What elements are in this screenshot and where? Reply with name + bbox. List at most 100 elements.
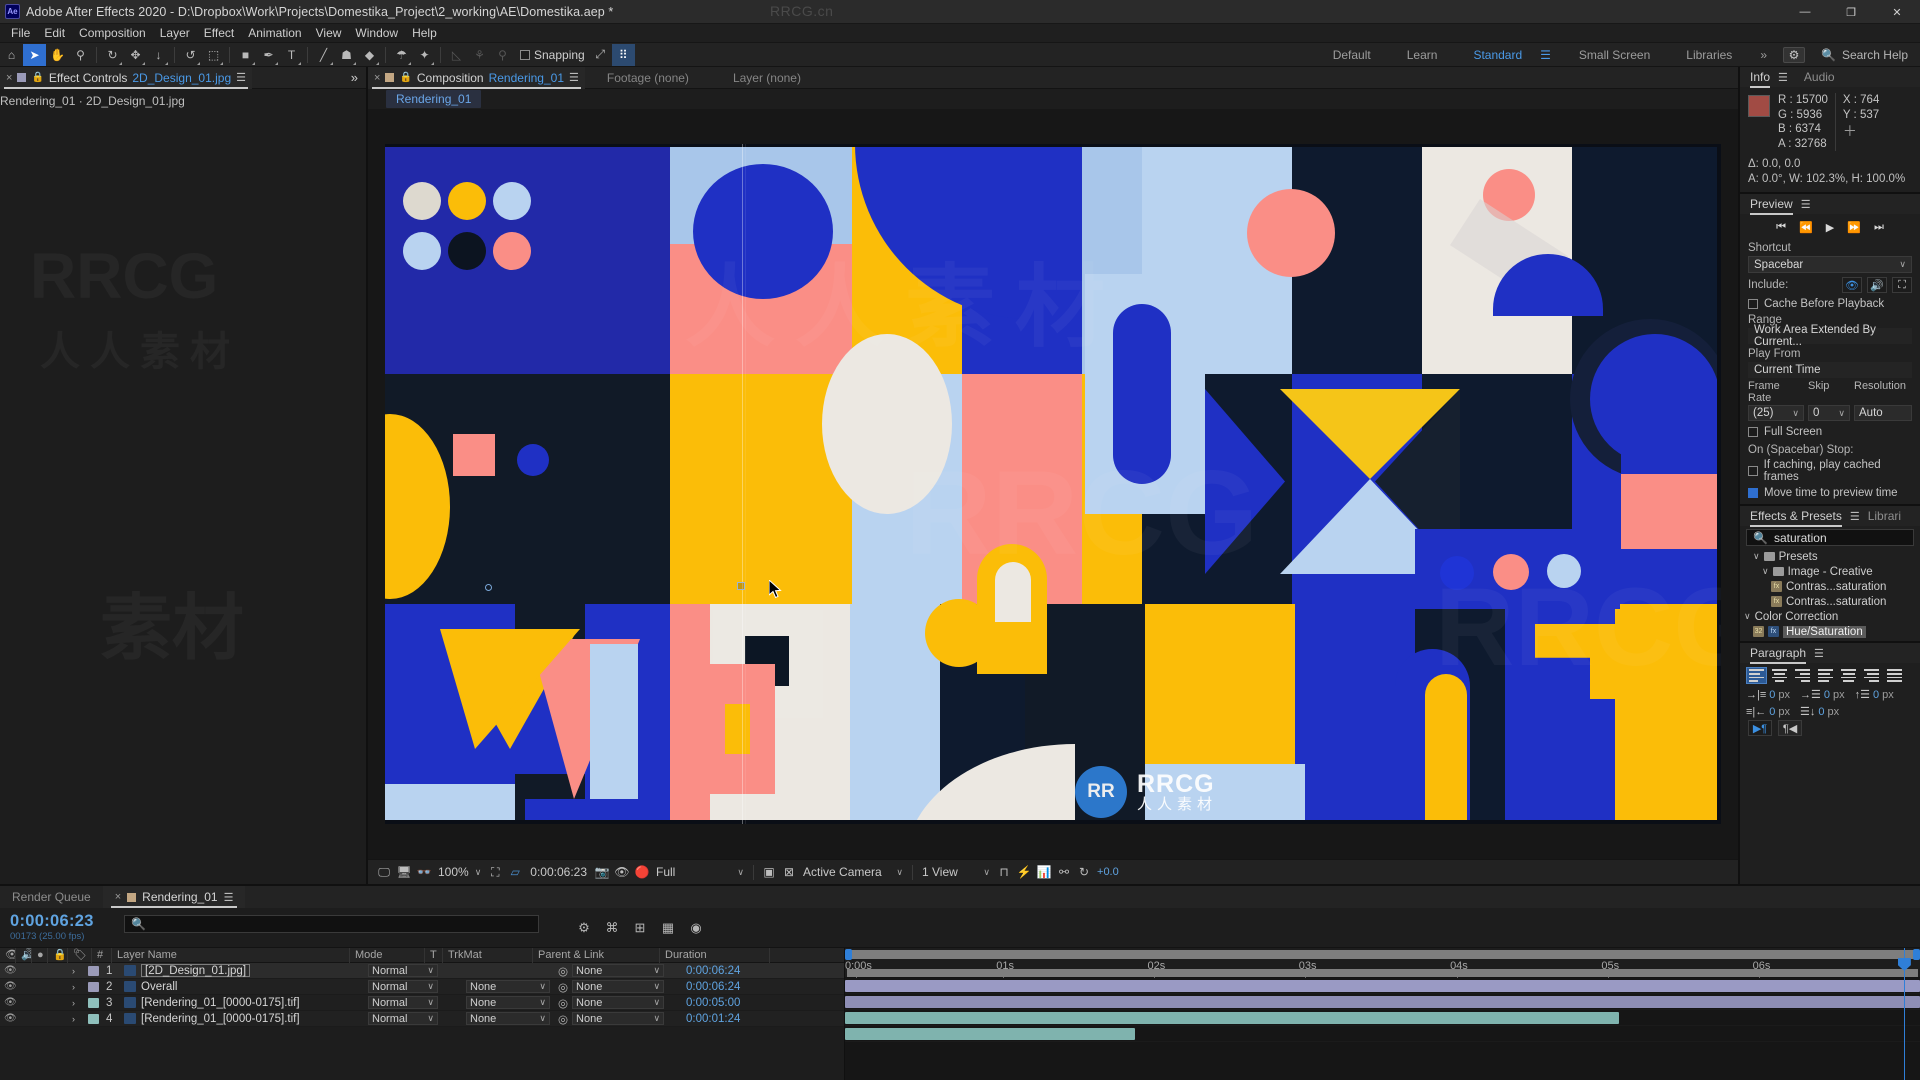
parent-pickwhip-icon[interactable]: ◎ (558, 996, 568, 1010)
eraser-tool[interactable]: ◆ (358, 44, 381, 66)
layer-expand-toggle[interactable]: › (68, 963, 84, 979)
layer-t-cell[interactable] (442, 979, 462, 995)
layer-lock-toggle[interactable] (48, 1011, 68, 1027)
layer-track-matte[interactable]: None ∨ (466, 1012, 550, 1025)
space-after-field[interactable]: ☰↓ 0 px (1800, 705, 1839, 719)
layer-solo-toggle[interactable] (32, 979, 48, 995)
workspace-more-button[interactable]: » (1750, 43, 1777, 67)
layer-name[interactable]: [Rendering_01_[0000-0175].tif] (141, 1013, 300, 1025)
motion-blur-icon[interactable]: ◉ (687, 919, 705, 937)
close-icon[interactable]: × (6, 72, 12, 84)
layer-name-cell[interactable]: [Rendering_01_[0000-0175].tif] (120, 1011, 364, 1027)
layer-name[interactable]: [Rendering_01_[0000-0175].tif] (141, 997, 300, 1009)
parent-pickwhip-icon[interactable]: ◎ (558, 980, 568, 994)
pixel-aspect-icon[interactable]: ⊓ (994, 862, 1014, 882)
layer-parent-cell[interactable]: ◎ None ∨ (554, 995, 682, 1011)
layer-label-color[interactable] (88, 965, 99, 976)
tab-footage[interactable]: Footage (none) (585, 71, 711, 85)
chevron-right-icon[interactable]: › (72, 982, 75, 992)
snapping-toggle[interactable]: Snapping (520, 48, 585, 62)
layer-label-color[interactable] (88, 1013, 99, 1024)
layer-solo-toggle[interactable] (32, 963, 48, 979)
always-preview-icon[interactable]: 🖵 (374, 862, 394, 882)
composition-mini-flowchart-icon[interactable]: ⚙ (575, 919, 593, 937)
layer-t-cell[interactable] (442, 995, 462, 1011)
zoom-tool[interactable]: ⚲ (69, 44, 92, 66)
layer-duration-bar[interactable] (845, 996, 1920, 1008)
layer-name-cell[interactable]: Overall (120, 979, 364, 995)
lock-icon[interactable]: 🔒 (399, 72, 411, 83)
layer-t-cell[interactable] (442, 963, 462, 979)
panel-menu-icon[interactable]: ☰ (1814, 647, 1824, 660)
roto-brush2-tool[interactable]: ☂ (390, 44, 413, 66)
tab-preview[interactable]: Preview (1750, 197, 1793, 215)
unified-camera-tool[interactable]: ✥ (124, 44, 147, 66)
align-left-icon[interactable] (1746, 667, 1767, 684)
panel-menu-icon[interactable]: ☰ (224, 891, 234, 904)
table-row[interactable]: 👁 › 2 Overall Normal ∨ None ∨ ◎ None ∨ 0:00:06:24 (0, 979, 844, 995)
layer-audio-toggle[interactable] (16, 1011, 32, 1027)
layer-blend-mode[interactable]: Normal ∨ (368, 964, 438, 977)
layer-duration-bar[interactable] (845, 1028, 1136, 1040)
layer-blend-mode[interactable]: Normal ∨ (368, 1012, 438, 1025)
time-navigator-bar[interactable] (847, 969, 1918, 977)
menu-item-file[interactable]: File (4, 24, 37, 43)
layer-parent[interactable]: None ∨ (572, 980, 665, 993)
move-time-row[interactable]: Move time to preview time (1740, 485, 1920, 504)
tab-paragraph[interactable]: Paragraph (1750, 646, 1807, 664)
layer-lock-toggle[interactable] (48, 963, 68, 979)
chevron-down-icon[interactable]: ∨ (1762, 566, 1769, 577)
renderer-icon[interactable]: ⚯ (1054, 862, 1074, 882)
snapping-checkbox[interactable] (520, 49, 530, 60)
full-screen-row[interactable]: Full Screen (1740, 424, 1920, 440)
full-screen-checkbox[interactable] (1748, 427, 1758, 437)
tab-layer[interactable]: Layer (none) (711, 71, 823, 85)
menu-item-composition[interactable]: Composition (72, 24, 153, 43)
current-time-box[interactable]: 0:00:06:23 00173 (25.00 fps) (0, 908, 118, 947)
layer-duration[interactable]: 0:00:06:24 (686, 981, 740, 993)
align-center-icon[interactable] (1770, 668, 1789, 683)
effects-tree-item[interactable]: fx Contras...saturation (1744, 594, 1916, 609)
region-of-interest-icon[interactable]: ⛶ (485, 862, 505, 882)
shortcut-selector[interactable]: Spacebar ∨ (1748, 256, 1912, 273)
menu-item-edit[interactable]: Edit (37, 24, 72, 43)
layer-audio-toggle[interactable] (16, 963, 32, 979)
next-frame-icon[interactable]: ⏩ (1847, 221, 1861, 234)
layer-visibility-toggle[interactable]: 👁 (0, 995, 17, 1011)
time-ruler[interactable]: 0:00s 01s 02s 03s 04s 05s 06s (845, 948, 1920, 978)
effects-tree-item[interactable]: ∨ Presets (1744, 549, 1916, 564)
layer-expand-toggle[interactable]: › (68, 995, 84, 1011)
layer-visibility-toggle[interactable]: 👁 (0, 979, 17, 995)
layer-t-cell[interactable] (442, 1011, 462, 1027)
table-row[interactable]: 👁 › 1 [2D_Design_01.jpg] Normal ∨ ◎ None ∨ 0:00:0… (0, 963, 844, 979)
cache-before-playback-row[interactable]: Cache Before Playback (1740, 296, 1920, 312)
close-button[interactable]: ✕ (1874, 0, 1920, 24)
exposure-value[interactable]: +0.0 (1094, 866, 1119, 878)
layer-track-matte[interactable]: None ∨ (466, 996, 550, 1009)
cache-checkbox[interactable] (1748, 299, 1758, 309)
layer-label-color[interactable] (88, 981, 99, 992)
justify-last-right-icon[interactable] (1862, 668, 1881, 683)
layer-solo-toggle[interactable] (32, 995, 48, 1011)
layer-label-swatch[interactable] (84, 963, 102, 979)
chevron-right-icon[interactable]: › (72, 966, 75, 976)
layer-label-swatch[interactable] (84, 1011, 102, 1027)
layer-parent-cell[interactable]: ◎ None ∨ (554, 1011, 682, 1027)
layer-duration-bar[interactable] (845, 980, 1920, 992)
indent-right-field[interactable]: ≡|← 0 px (1746, 706, 1790, 718)
tab-libraries[interactable]: Librari (1868, 509, 1901, 523)
close-icon[interactable]: × (115, 891, 121, 903)
roto-brush-tool[interactable]: ↺ (179, 44, 202, 66)
viewer-timecode[interactable]: 0:00:06:23 (525, 865, 592, 879)
work-area-end-handle[interactable] (1913, 949, 1920, 960)
layer-name[interactable]: Overall (141, 981, 177, 993)
layer-track-matte[interactable]: None ∨ (466, 980, 550, 993)
table-row[interactable]: 👁 › 3 [Rendering_01_[0000-0175].tif] Normal ∨… (0, 995, 844, 1011)
chevron-right-icon[interactable]: › (72, 1014, 75, 1024)
tab-audio[interactable]: Audio (1804, 70, 1835, 84)
type-tool[interactable]: T (280, 44, 303, 66)
align-right-icon[interactable] (1793, 668, 1812, 683)
indent-right-value[interactable]: 0 (1769, 706, 1775, 718)
hide-shy-layers-icon[interactable]: ⊞ (631, 919, 649, 937)
layer-name[interactable]: [2D_Design_01.jpg] (141, 964, 251, 977)
